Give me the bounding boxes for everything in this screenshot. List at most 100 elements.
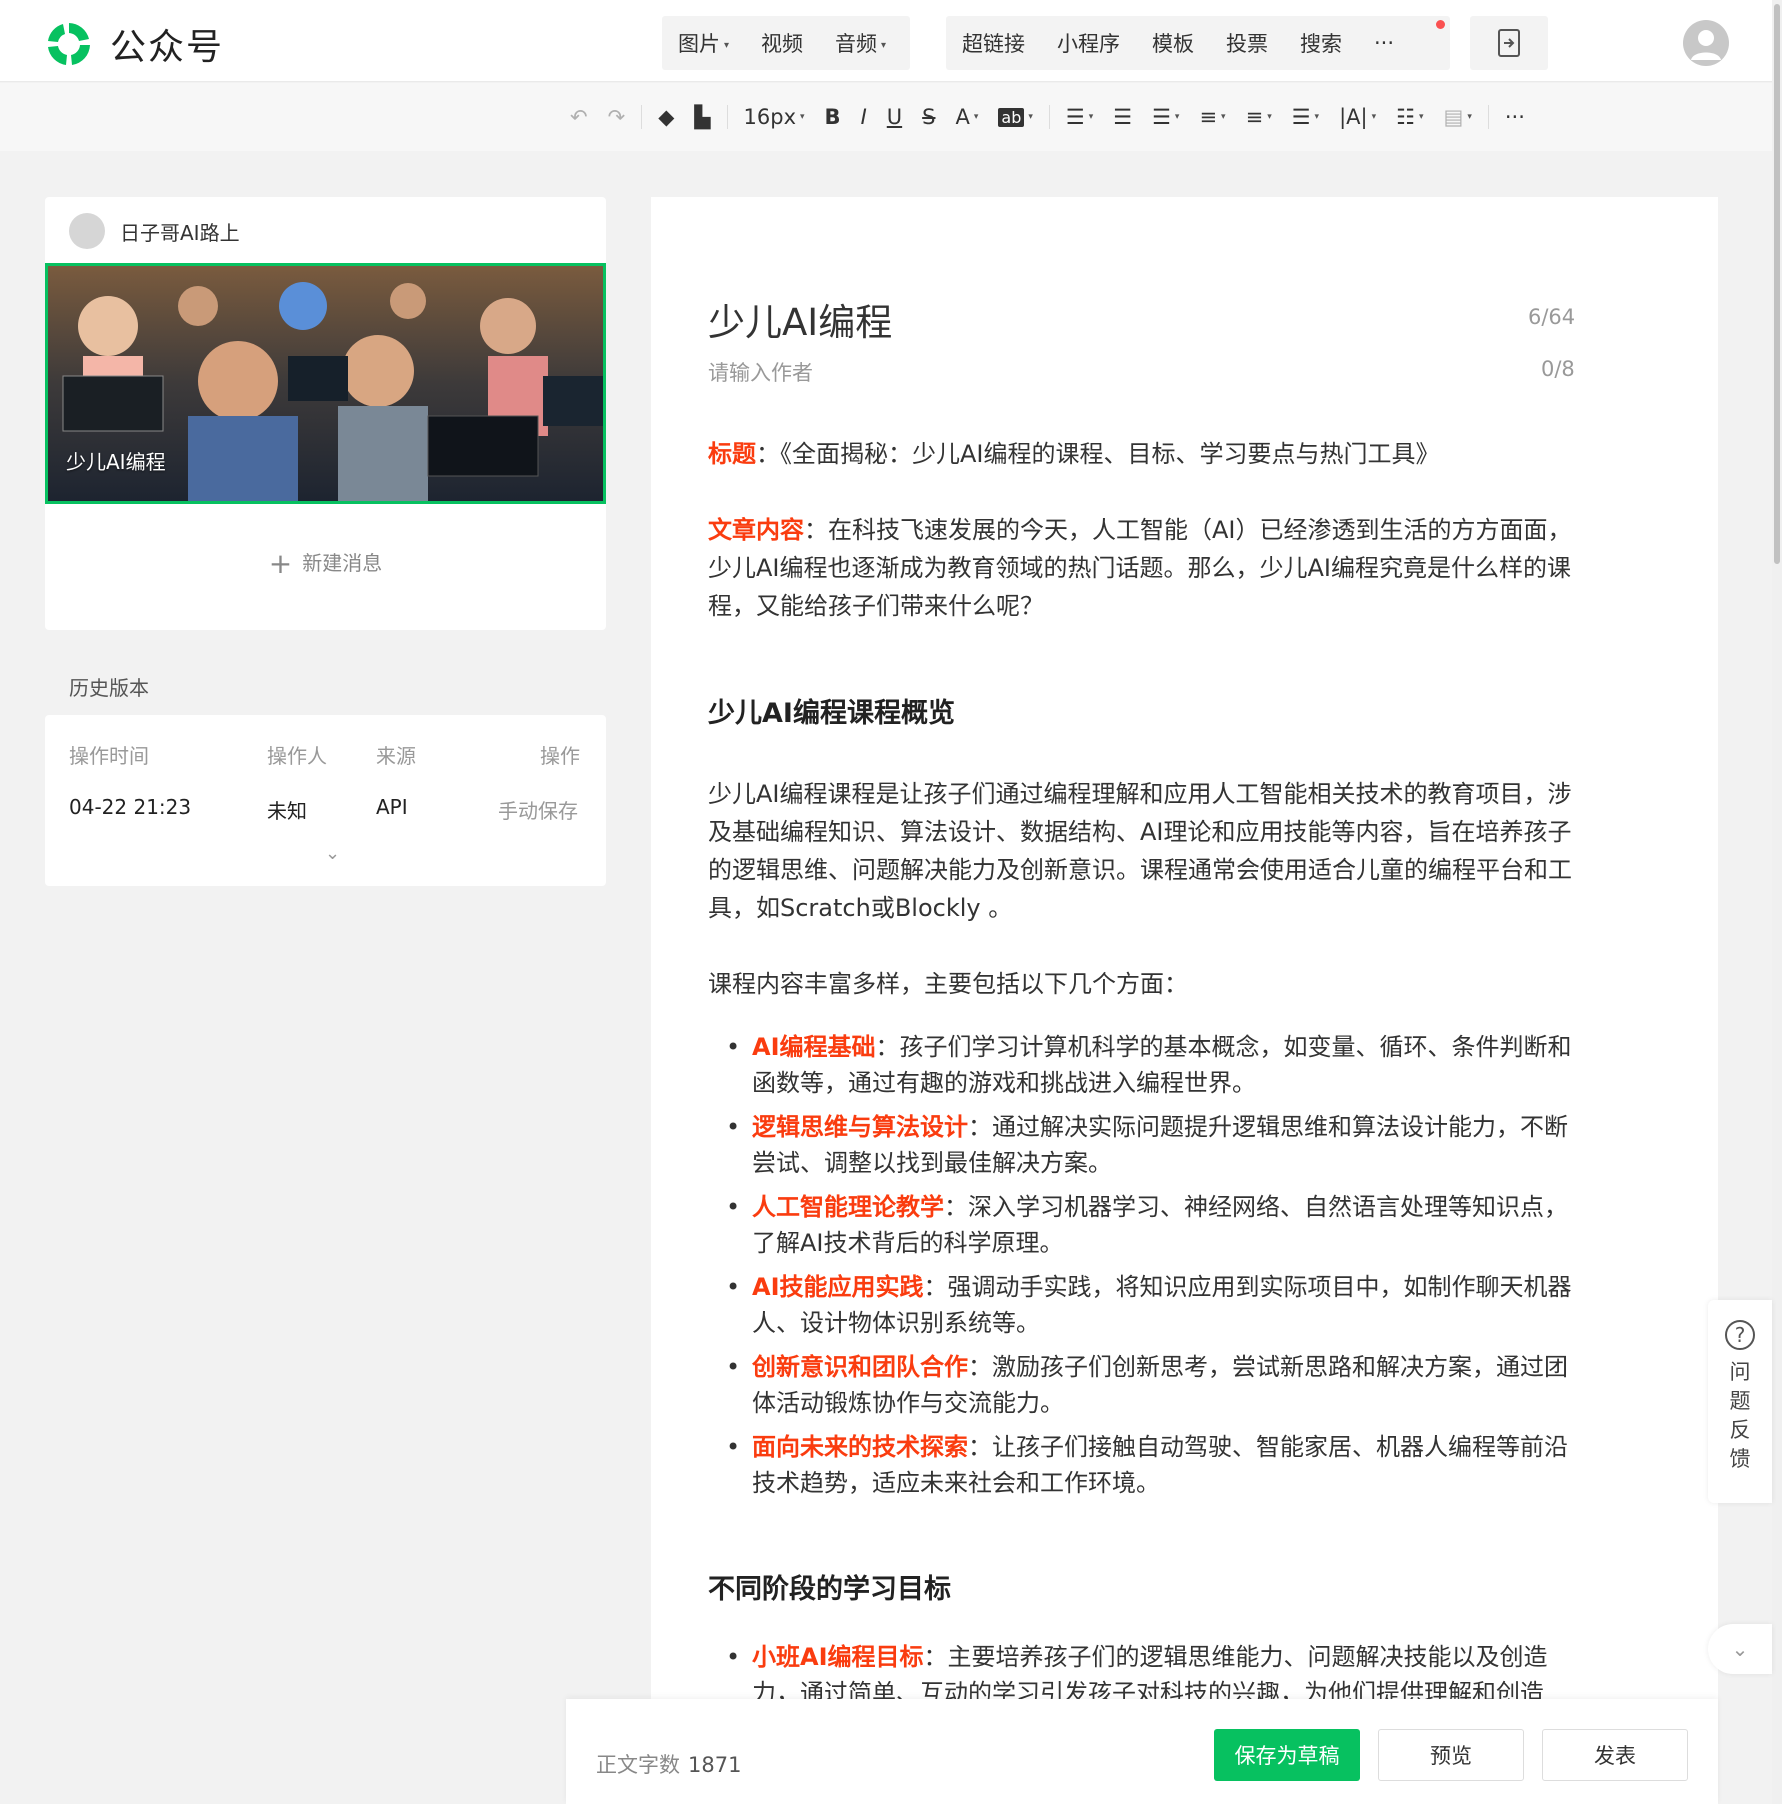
account-name: 日子哥AI路上 <box>120 220 240 245</box>
align-center-icon[interactable]: ☰ ▾ <box>1152 105 1179 129</box>
question-icon: ? <box>1725 1320 1755 1350</box>
underline-button[interactable]: U <box>887 105 902 129</box>
save-draft-button[interactable]: 保存为草稿 <box>1214 1729 1360 1781</box>
caret-down-icon: ▾ <box>973 112 979 122</box>
search-insert-button[interactable]: 搜索 <box>1284 28 1358 58</box>
scrollbar-thumb[interactable] <box>1774 4 1780 564</box>
account-avatar <box>69 213 105 249</box>
logo[interactable]: 公众号 <box>44 18 224 70</box>
user-avatar[interactable] <box>1683 20 1729 66</box>
caret-down-icon: ▾ <box>800 112 805 122</box>
cover-title: 少儿AI编程 <box>66 450 166 474</box>
caret-down-icon: ▾ <box>724 39 730 51</box>
history-header-action: 操作 <box>540 744 580 768</box>
font-color-button[interactable]: A ▾ <box>955 105 978 129</box>
plus-icon: + <box>268 547 293 580</box>
app-title: 公众号 <box>110 27 225 68</box>
caret-down-icon: ▾ <box>1028 112 1033 122</box>
article-list-card: 日子哥AI路上 少儿AI编程 + 新建消息 <box>45 197 606 630</box>
media-insert-group: 图片 ▾ 视频 音频 ▾ <box>662 16 910 70</box>
list-item: AI编程基础：孩子们学习计算机科学的基本概念，如变量、循环、条件判断和函数等，通… <box>726 1029 1578 1101</box>
line-height-icon[interactable]: ≡ ▾ <box>1199 105 1225 129</box>
history-table: 操作时间 操作人 来源 操作 04-22 21:23 未知 API 手动保存 ⌄ <box>45 715 606 886</box>
outdent-icon[interactable]: ☰ ▾ <box>1292 105 1319 129</box>
bold-button[interactable]: B <box>825 105 841 129</box>
article-cover-selected[interactable]: 少儿AI编程 <box>45 263 606 504</box>
undo-icon[interactable]: ↶ <box>570 105 588 129</box>
more-insert-button[interactable]: ··· <box>1358 31 1410 55</box>
paragraph-spacing-icon[interactable]: ≡ ▾ <box>1246 105 1272 129</box>
double-chevron-down-icon: ⌄ <box>1731 1637 1749 1661</box>
feedback-button[interactable]: ? 问题反馈 <box>1708 1300 1772 1503</box>
list-item: 逻辑思维与算法设计：通过解决实际问题提升逻辑思维和算法设计能力，不断尝试、调整以… <box>726 1109 1578 1181</box>
paragraph: 标题：《全面揭秘：少儿AI编程的课程、目标、学习要点与热门工具》 <box>708 440 1440 468</box>
bottom-action-bar: 正文字数 1871 保存为草稿 预览 发表 <box>566 1699 1718 1804</box>
indent-icon[interactable]: ☰ <box>1113 105 1132 129</box>
account-row: 日子哥AI路上 <box>69 213 240 249</box>
strikethrough-button[interactable]: S <box>922 105 935 129</box>
list-item: 创新意识和团队合作：激励孩子们创新思考，尝试新思路和解决方案，通过团体活动锻炼协… <box>726 1349 1578 1421</box>
wechat-mp-logo-icon <box>48 23 90 65</box>
history-header-operator: 操作人 <box>267 744 327 768</box>
preview-button[interactable]: 预览 <box>1378 1729 1524 1781</box>
align-menu-icon[interactable]: ☰ ▾ <box>1066 105 1093 129</box>
divider <box>726 105 728 129</box>
author-char-count: 0/8 <box>1541 357 1575 381</box>
letter-spacing-button[interactable]: |A| ▾ <box>1339 105 1376 129</box>
title-char-count: 6/64 <box>1528 305 1576 329</box>
list-item: AI技能应用实践：强调动手实践，将知识应用到实际项目中，如制作聊天机器人、设计物… <box>726 1269 1578 1341</box>
redo-icon[interactable]: ↷ <box>608 105 626 129</box>
bullet-list: AI编程基础：孩子们学习计算机科学的基本概念，如变量、循环、条件判断和函数等，通… <box>726 1029 1578 1501</box>
article-title-input[interactable]: 少儿AI编程 <box>708 292 892 346</box>
bullet-list-icon[interactable]: ☷ ▾ <box>1396 105 1423 129</box>
format-toolbar: ↶ ↷ ◆ ▙ 16px ▾ B I U S A ▾ ab ▾ ☰ ▾ ☰ ☰ ▾ ≡ ▾ … <box>0 83 1772 151</box>
history-row-source: API <box>376 795 408 819</box>
feedback-label: 问题反馈 <box>1729 1360 1751 1471</box>
list-item: 面向未来的技术探索：让孩子们接触自动驾驶、智能家居、机器人编程等前沿技术趋势，适… <box>726 1429 1578 1501</box>
caret-down-icon: ▾ <box>881 39 887 51</box>
page-scrollbar[interactable] <box>1772 0 1782 1804</box>
history-row-time: 04-22 21:23 <box>69 795 192 819</box>
history-header-source: 来源 <box>376 744 416 768</box>
insert-toolbar-group: 超链接 小程序 模板 投票 搜索 ··· <box>946 16 1450 70</box>
article-editor: 少儿AI编程 6/64 请输入作者 0/8 标题：《全面揭秘：少儿AI编程的课程… <box>651 197 1718 1804</box>
insert-miniprogram-button[interactable]: 小程序 <box>1041 28 1136 58</box>
more-format-button[interactable]: ··· <box>1505 105 1525 129</box>
section-heading: 不同阶段的学习目标 <box>708 1574 951 1605</box>
history-title: 历史版本 <box>69 676 149 700</box>
history-row-operator: 未知 <box>267 799 307 823</box>
paragraph: 课程内容丰富多样，主要包括以下几个方面： <box>708 970 1188 998</box>
history-row-action-link[interactable]: 手动保存 <box>498 795 578 824</box>
insert-audio-menu[interactable]: 音频 ▾ <box>819 28 902 58</box>
author-input[interactable]: 请输入作者 <box>708 357 813 387</box>
format-painter-icon[interactable]: ◆ <box>658 105 674 129</box>
divider <box>1487 105 1489 129</box>
new-message-button[interactable]: + 新建消息 <box>45 547 606 580</box>
divider <box>641 105 643 129</box>
article-body[interactable]: 标题：《全面揭秘：少儿AI编程的课程、目标、学习要点与热门工具》 文章内容：在科… <box>708 435 1578 1719</box>
image-align-icon[interactable]: ▤ ▾ <box>1444 105 1472 129</box>
import-doc-button[interactable] <box>1470 16 1548 70</box>
highlight-button[interactable]: ab ▾ <box>998 107 1033 127</box>
list-item: 人工智能理论教学：深入学习机器学习、神经网络、自然语言处理等知识点，了解AI技术… <box>726 1189 1578 1261</box>
paragraph: 文章内容：在科技飞速发展的今天，人工智能（AI）已经渗透到生活的方方面面，少儿A… <box>708 516 1572 620</box>
notification-dot <box>1436 20 1445 29</box>
document-import-icon <box>1498 29 1520 57</box>
font-size-select[interactable]: 16px ▾ <box>744 105 805 129</box>
top-bar: 公众号 图片 ▾ 视频 音频 ▾ 超链接 小程序 模板 投票 搜索 ··· <box>0 0 1782 82</box>
history-header-time: 操作时间 <box>69 744 149 768</box>
expand-chevron-icon[interactable]: ⌄ <box>325 843 340 864</box>
section-heading: 少儿AI编程课程概览 <box>708 698 955 729</box>
paragraph: 少儿AI编程课程是让孩子们通过编程理解和应用人工智能相关技术的教育项目，涉及基础… <box>708 780 1572 922</box>
insert-template-button[interactable]: 模板 <box>1136 28 1210 58</box>
insert-video-button[interactable]: 视频 <box>745 28 819 58</box>
insert-hyperlink-button[interactable]: 超链接 <box>946 28 1041 58</box>
scroll-to-bottom-button[interactable]: ⌄ <box>1708 1624 1772 1674</box>
word-count: 正文字数 1871 <box>596 1753 742 1777</box>
publish-button[interactable]: 发表 <box>1542 1729 1688 1781</box>
insert-vote-button[interactable]: 投票 <box>1210 28 1284 58</box>
clear-format-icon[interactable]: ▙ <box>694 105 710 129</box>
divider <box>1048 105 1050 129</box>
italic-button[interactable]: I <box>861 105 867 129</box>
insert-image-menu[interactable]: 图片 ▾ <box>662 28 745 58</box>
